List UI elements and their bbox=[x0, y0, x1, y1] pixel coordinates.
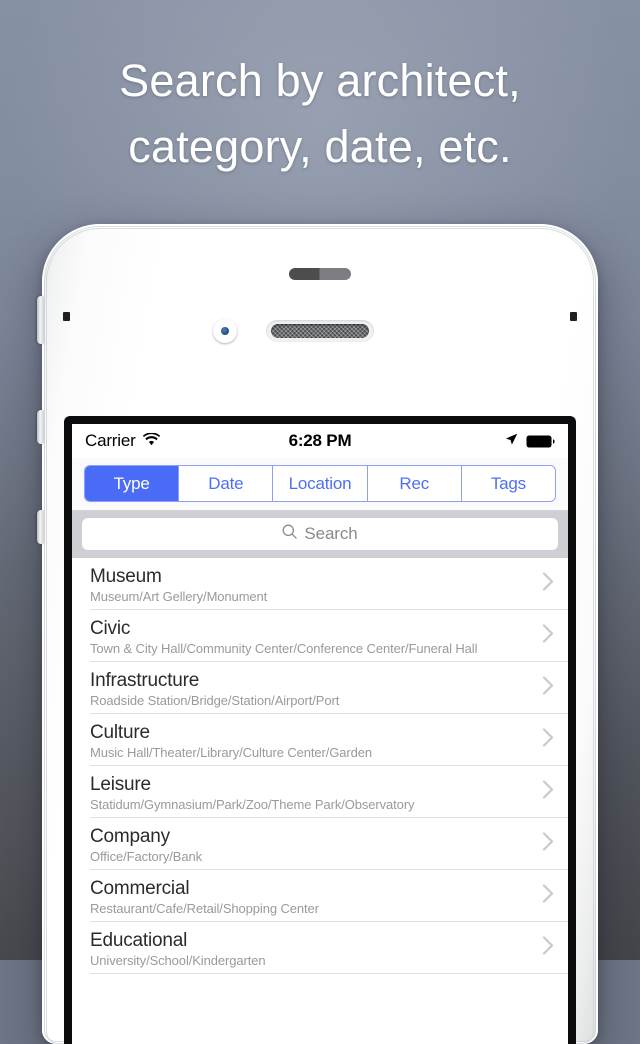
earpiece-mesh bbox=[271, 324, 369, 338]
row-subtitle: Museum/Art Gellery/Monument bbox=[90, 589, 268, 604]
row-title: Museum bbox=[90, 566, 162, 587]
segment-type[interactable]: Type bbox=[85, 466, 179, 501]
row-title: Civic bbox=[90, 618, 131, 639]
volume-down-button[interactable] bbox=[37, 510, 44, 544]
category-list[interactable]: Museum Museum/Art Gellery/Monument Civic… bbox=[72, 558, 568, 1010]
segment-date[interactable]: Date bbox=[178, 466, 273, 501]
table-row[interactable]: Leisure Statidum/Gymnasium/Park/Zoo/Them… bbox=[72, 766, 568, 818]
silent-switch[interactable] bbox=[37, 296, 44, 344]
chevron-right-icon bbox=[542, 572, 554, 597]
search-placeholder: Search bbox=[304, 524, 358, 543]
chevron-right-icon bbox=[542, 780, 554, 805]
table-row[interactable]: Culture Music Hall/Theater/Library/Cultu… bbox=[72, 714, 568, 766]
chevron-right-icon bbox=[542, 676, 554, 701]
segment-location[interactable]: Location bbox=[272, 466, 367, 501]
row-subtitle: Town & City Hall/Community Center/Confer… bbox=[90, 641, 478, 656]
row-title: Educational bbox=[90, 930, 188, 951]
segment-tags[interactable]: Tags bbox=[460, 466, 555, 501]
table-row[interactable]: Educational University/School/Kindergart… bbox=[72, 922, 568, 974]
antenna-band-left bbox=[63, 312, 70, 321]
search-input[interactable]: Search bbox=[82, 518, 558, 550]
row-subtitle: Statidum/Gymnasium/Park/Zoo/Theme Park/O… bbox=[90, 797, 415, 812]
proximity-sensor-icon bbox=[289, 268, 351, 280]
status-bar-right bbox=[505, 431, 555, 451]
wifi-icon bbox=[142, 431, 160, 451]
row-subtitle: Music Hall/Theater/Library/Culture Cente… bbox=[90, 745, 373, 760]
table-row[interactable]: Museum Museum/Art Gellery/Monument bbox=[72, 558, 568, 610]
filter-bar: Type Date Location Rec Tags bbox=[72, 458, 568, 511]
search-bar: Search bbox=[72, 511, 568, 558]
chevron-right-icon bbox=[542, 624, 554, 649]
table-row[interactable]: Infrastructure Roadside Station/Bridge/S… bbox=[72, 662, 568, 714]
status-bar: Carrier 6:28 PM bbox=[72, 424, 568, 458]
earpiece-speaker-icon bbox=[266, 320, 374, 342]
chevron-right-icon bbox=[542, 936, 554, 961]
location-arrow-icon bbox=[505, 431, 518, 451]
chevron-right-icon bbox=[542, 884, 554, 909]
antenna-band-right bbox=[570, 312, 577, 321]
row-title: Infrastructure bbox=[90, 670, 200, 691]
chevron-right-icon bbox=[542, 728, 554, 753]
screen-bezel: Carrier 6:28 PM Type Date Location Rec T… bbox=[64, 416, 576, 1044]
camera-iris bbox=[221, 327, 229, 335]
segmented-control[interactable]: Type Date Location Rec Tags bbox=[84, 465, 556, 502]
status-bar-left: Carrier bbox=[85, 431, 160, 451]
headline-line-1: Search by architect, bbox=[119, 55, 521, 106]
row-subtitle: Office/Factory/Bank bbox=[90, 849, 203, 864]
front-camera-icon bbox=[213, 319, 237, 343]
segment-rec[interactable]: Rec bbox=[366, 466, 461, 501]
row-title: Culture bbox=[90, 722, 150, 743]
row-title: Commercial bbox=[90, 878, 190, 899]
battery-full-icon bbox=[526, 435, 555, 448]
volume-up-button[interactable] bbox=[37, 410, 44, 444]
row-subtitle: Roadside Station/Bridge/Station/Airport/… bbox=[90, 693, 340, 708]
table-row[interactable]: Civic Town & City Hall/Community Center/… bbox=[72, 610, 568, 662]
search-icon bbox=[282, 524, 298, 544]
row-title: Leisure bbox=[90, 774, 151, 795]
row-title: Company bbox=[90, 826, 170, 847]
table-row[interactable]: Company Office/Factory/Bank bbox=[72, 818, 568, 870]
phone-screen: Carrier 6:28 PM Type Date Location Rec T… bbox=[72, 424, 568, 1044]
carrier-label: Carrier bbox=[85, 431, 136, 450]
headline-line-2: category, date, etc. bbox=[128, 121, 512, 172]
row-subtitle: University/School/Kindergarten bbox=[90, 953, 266, 968]
phone-device-mockup: Carrier 6:28 PM Type Date Location Rec T… bbox=[37, 224, 598, 1044]
row-subtitle: Restaurant/Cafe/Retail/Shopping Center bbox=[90, 901, 319, 916]
table-row[interactable]: Commercial Restaurant/Cafe/Retail/Shoppi… bbox=[72, 870, 568, 922]
promo-headline: Search by architect, category, date, etc… bbox=[0, 48, 640, 180]
chevron-right-icon bbox=[542, 832, 554, 857]
